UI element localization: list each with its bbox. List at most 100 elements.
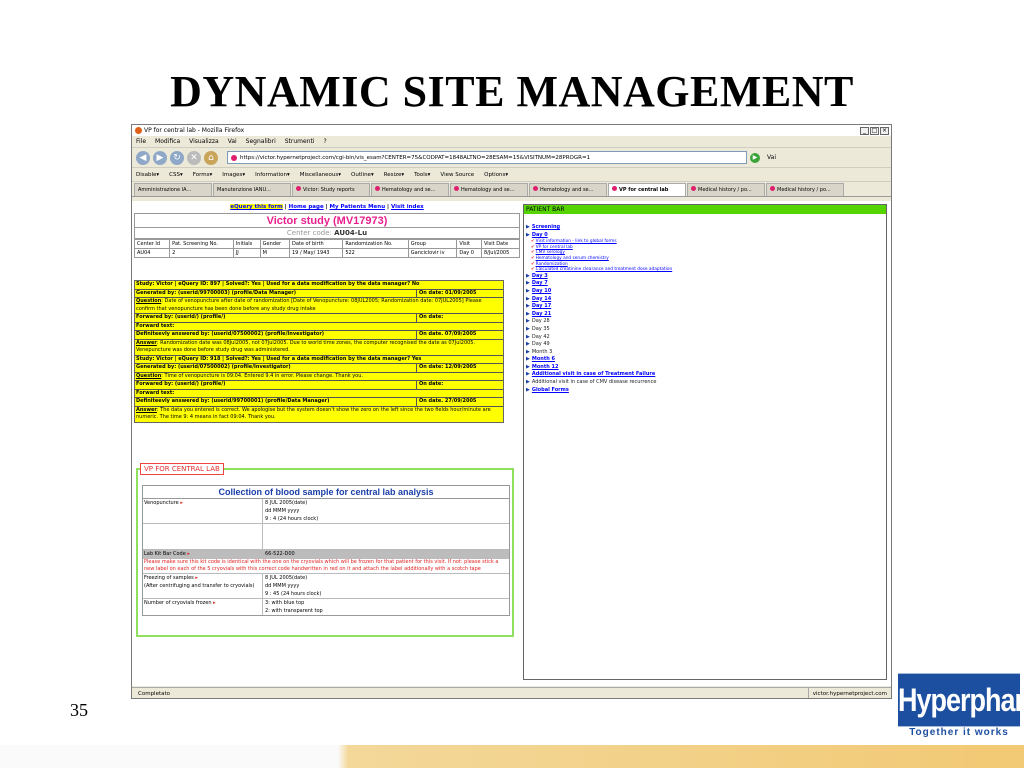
go-icon[interactable]: ▶ xyxy=(750,152,760,163)
triangle-icon: ▶ xyxy=(526,318,530,325)
window-titlebar: VP for central lab - Mozilla Firefox _ □… xyxy=(132,125,891,136)
patients-menu-link[interactable]: My Patients Menu xyxy=(330,204,386,210)
main-panel: eQuery this form | Home page | My Patien… xyxy=(133,203,521,637)
patient-bar-item[interactable]: ▶ Month 6 xyxy=(526,356,886,364)
vp-central-lab-form: VP FOR CENTRAL LAB Collection of blood s… xyxy=(136,463,514,637)
venopuncture-date[interactable]: 8 JUL 2005(date) xyxy=(265,499,509,507)
stop-icon[interactable]: ✕ xyxy=(187,150,201,165)
query-answered: Definiteevly answered by: (userid/997000… xyxy=(135,398,503,407)
triangle-icon: ▶ xyxy=(526,348,530,355)
query-answer: Answer: Randomization date was 08Jul2005… xyxy=(135,340,503,356)
check-icon: ✔ xyxy=(531,255,535,261)
toolbar-images[interactable]: Images▾ xyxy=(222,172,245,178)
status-bar: Completato victor.hypernetproject.com xyxy=(132,687,891,698)
tab-medical-history-2[interactable]: Medical history / po... xyxy=(766,183,844,196)
menu-strumenti[interactable]: Strumenti xyxy=(285,138,315,145)
query-forward-text: Forward text: xyxy=(135,390,503,398)
toolbar-view-source[interactable]: View Source xyxy=(440,172,474,178)
menu-bar: File Modifica Visualizza Vai Segnalibri … xyxy=(132,136,891,148)
triangle-icon: ▶ xyxy=(526,231,530,238)
triangle-icon: ▶ xyxy=(526,295,530,302)
cryovials-transparent[interactable]: 2: with transparent top xyxy=(265,607,509,615)
query-header: Study: Victor | eQuery ID: 918 | Solved?… xyxy=(135,356,503,364)
visit-index-link[interactable]: Visit index xyxy=(391,204,424,210)
tab-amministrazione[interactable]: Amministrazione IA... xyxy=(134,183,212,196)
venopuncture-time[interactable]: 9 : 4 (24 hours clock) xyxy=(265,515,509,523)
triangle-icon: ▶ xyxy=(526,310,530,317)
cryovials-blue[interactable]: 3: with blue top xyxy=(265,599,509,607)
close-button[interactable]: × xyxy=(880,126,889,135)
toolbar-resize[interactable]: Resize▾ xyxy=(384,172,404,178)
menu-vai[interactable]: Vai xyxy=(228,138,237,145)
check-icon: ✔ xyxy=(531,261,535,267)
toolbar-options[interactable]: Options▾ xyxy=(484,172,508,178)
freezing-time[interactable]: 9 : 45 (24 hours clock) xyxy=(265,590,509,598)
menu-help[interactable]: ? xyxy=(324,138,327,145)
footer-band xyxy=(0,745,1024,768)
query-forwarded: Forwared by: (userid/) (profile/) On date… xyxy=(135,381,503,390)
minimize-button[interactable]: _ xyxy=(860,126,869,135)
query-forward-text: Forward text: xyxy=(135,323,503,331)
arrow-icon: ▸ xyxy=(187,551,190,557)
status-text: Completato xyxy=(138,691,171,697)
kit-code-row: Lab Kit Bar Code ▸ 66-522-D00 xyxy=(143,550,509,559)
menu-file[interactable]: File xyxy=(136,138,146,145)
toolbar-forms[interactable]: Forms▾ xyxy=(193,172,212,178)
home-icon[interactable]: ⌂ xyxy=(204,150,218,165)
status-host: victor.hypernetproject.com xyxy=(807,688,887,698)
toolbar-information[interactable]: Information▾ xyxy=(255,172,290,178)
tab-hematology-1[interactable]: Hematology and se... xyxy=(371,183,449,196)
patient-bar-item[interactable]: ▶ Day 21 xyxy=(526,311,886,319)
patient-bar-item[interactable]: ▶ Day 17 xyxy=(526,303,886,311)
triangle-icon: ▶ xyxy=(526,303,530,310)
toolbar-css[interactable]: CSS▾ xyxy=(169,172,183,178)
freezing-date-format: dd MMM yyyy xyxy=(265,583,300,589)
toolbar-miscellaneous[interactable]: Miscellaneous▾ xyxy=(300,172,341,178)
forward-icon[interactable]: ▶ xyxy=(153,150,167,165)
go-button[interactable]: Vai xyxy=(767,154,776,161)
freezing-date[interactable]: 8 JUL 2005(date) xyxy=(265,574,509,582)
venopuncture-row: Venopuncture ▸ 8 JUL 2005(date) dd MMM y… xyxy=(143,499,509,524)
patient-bar: PATIENT BAR ▶ Screening ▶ Day 0 ✔Visit infor… xyxy=(523,204,887,680)
menu-segnalibri[interactable]: Segnalibri xyxy=(246,138,276,145)
tab-manutenzione[interactable]: Manutenzione IANU... xyxy=(213,183,291,196)
patient-bar-item[interactable]: ▶ Screening xyxy=(526,224,886,232)
form-box-title: VP FOR CENTRAL LAB xyxy=(140,463,224,475)
check-icon: ✔ xyxy=(531,267,535,273)
freezing-row: Freezing of samples ▸ (After centrifuging… xyxy=(143,574,509,599)
patient-bar-item[interactable]: ▶ Additional visit in case of Treatment F… xyxy=(526,371,886,379)
center-code: Center code: AU04-Lu xyxy=(134,228,520,239)
page-number: 35 xyxy=(70,700,88,720)
menu-modifica[interactable]: Modifica xyxy=(155,138,180,145)
patient-bar-item[interactable]: ▶ Day 10 xyxy=(526,288,886,296)
patient-bar-item[interactable]: ▶ Day 3 xyxy=(526,273,886,281)
toolbar-disable[interactable]: Disable▾ xyxy=(136,172,159,178)
maximize-button[interactable]: □ xyxy=(870,126,879,135)
toolbar-tools[interactable]: Tools▾ xyxy=(414,172,430,178)
patient-info-table: Center Id Pat. Screening No. Initials Ge… xyxy=(133,239,521,258)
tab-medical-history-1[interactable]: Medical history / po... xyxy=(687,183,765,196)
patient-bar-item[interactable]: ▶ Day 7 xyxy=(526,280,886,288)
back-icon[interactable]: ◀ xyxy=(136,150,150,165)
tab-hematology-3[interactable]: Hematology and se... xyxy=(529,183,607,196)
patient-bar-item: ▶ Month 3 xyxy=(526,348,553,355)
home-link[interactable]: Home page xyxy=(289,204,324,210)
patient-bar-item[interactable]: ▶ Global Forms xyxy=(526,387,886,395)
tab-vp-central-lab[interactable]: VP for central lab xyxy=(608,183,686,196)
tab-hematology-2[interactable]: Hematology and se... xyxy=(450,183,528,196)
equery-link[interactable]: eQuery this form xyxy=(230,204,283,210)
patient-bar-item[interactable]: ▶ Day 14 xyxy=(526,296,886,304)
query-answer: Answer: The data you entered is correct.… xyxy=(136,406,491,421)
menu-visualizza[interactable]: Visualizza xyxy=(189,138,219,145)
equery-panel: Study: Victor | eQuery ID: 897 | Solved?… xyxy=(134,280,504,423)
patient-bar-item[interactable]: ▶ Month 12 xyxy=(526,364,886,372)
arrow-icon: ▸ xyxy=(213,600,216,606)
query-generated: Generated by: (userid/99700003) (profile… xyxy=(135,289,503,298)
query-question: Question: Time of venopuncture is 09:04.… xyxy=(135,373,503,381)
reload-icon[interactable]: ↻ xyxy=(170,150,184,165)
tab-study-reports[interactable]: Victor: Study reports xyxy=(292,183,370,196)
form-table: Collection of blood sample for central l… xyxy=(142,485,510,616)
query-forwarded: Forwared by: (userid/) (profile/) On date… xyxy=(135,314,503,323)
url-bar[interactable]: https://victor.hypernetproject.com/cgi-b… xyxy=(227,151,747,164)
toolbar-outline[interactable]: Outline▾ xyxy=(351,172,374,178)
